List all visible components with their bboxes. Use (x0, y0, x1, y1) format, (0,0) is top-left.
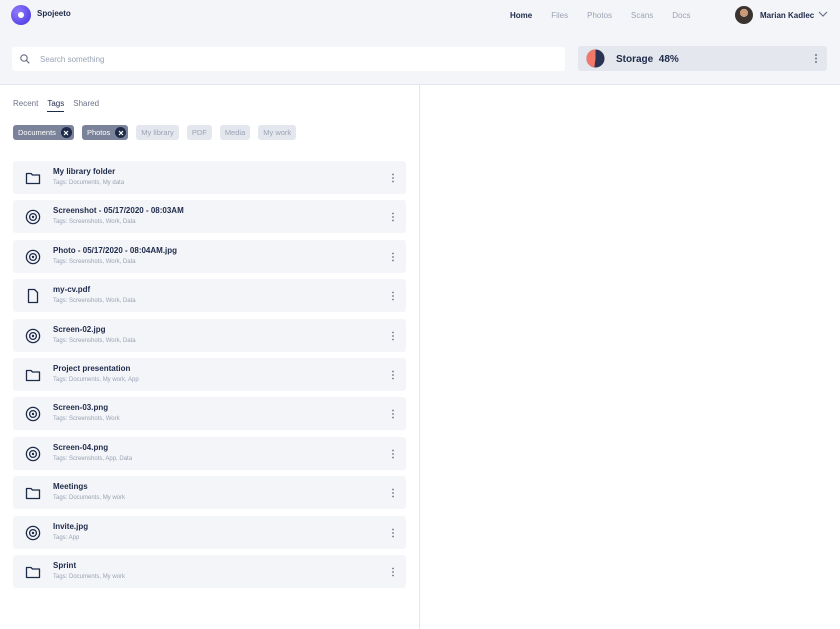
more-vertical-icon[interactable] (391, 291, 395, 301)
more-vertical-icon[interactable] (391, 252, 395, 262)
more-vertical-icon[interactable] (391, 331, 395, 341)
list-item[interactable]: Screenshot - 05/17/2020 - 08:03AM Tags: … (13, 200, 406, 234)
tag-chip-media[interactable]: Media (219, 125, 251, 140)
list-item[interactable]: Screen-03.png Tags: Screenshots, Work (13, 397, 406, 431)
image-icon (25, 446, 41, 461)
storage-label: Storage 48% (616, 54, 679, 65)
more-vertical-icon[interactable] (391, 370, 395, 380)
file-name: My library folder (53, 167, 116, 176)
chevron-down-icon[interactable] (818, 9, 828, 19)
tab-tags[interactable]: Tags (47, 99, 65, 112)
storage-title: Storage (616, 54, 654, 65)
brand-name[interactable]: Spojeeto (37, 9, 71, 18)
list-item[interactable]: Screen-02.jpg Tags: Screenshots, Work, D… (13, 318, 406, 352)
storage-percent: 48% (658, 54, 679, 65)
nav-item-docs[interactable]: Docs (672, 11, 690, 20)
storage-pie-used (586, 49, 596, 68)
file-name: Screen-02.jpg (53, 324, 106, 334)
file-name: Sprint (53, 560, 77, 570)
search-box[interactable] (12, 47, 565, 71)
tag-chip-pdf[interactable]: PDF (186, 125, 212, 140)
image-icon (25, 249, 41, 265)
file-tags: Tags: Screenshots, Work, Data (53, 298, 136, 305)
folder-icon (25, 566, 41, 579)
image-icon (25, 210, 41, 225)
file-tags: Tags: Screenshots, App, Data (53, 455, 133, 462)
document-icon (27, 289, 39, 304)
file-name: my-cv.pdf (53, 285, 91, 295)
more-vertical-icon[interactable] (814, 53, 818, 64)
file-name: Screenshot - 05/17/2020 - 08:03AM (53, 206, 184, 216)
search-input[interactable] (40, 52, 540, 66)
list-item[interactable]: My library folder Tags: Documents, My da… (13, 161, 406, 194)
file-tags: Tags: Screenshots, Work, Data (53, 219, 136, 226)
list-item[interactable]: Invite.jpg Tags: App (13, 515, 406, 549)
storage-widget[interactable]: Storage 48% (578, 46, 827, 71)
file-name: Meetings (53, 482, 88, 492)
close-icon[interactable] (60, 127, 72, 138)
image-icon (25, 525, 41, 540)
storage-pie-chart (586, 49, 605, 68)
list-item[interactable]: Meetings Tags: Documents, My work (13, 476, 406, 510)
file-tags: Tags: Screenshots, Work (53, 416, 120, 423)
avatar[interactable] (735, 6, 753, 24)
main-nav: Home Files Photos Scans Docs (510, 11, 710, 20)
list-item[interactable]: Project presentation Tags: Documents, My… (13, 357, 406, 391)
more-vertical-icon[interactable] (391, 173, 395, 183)
list-item[interactable]: Sprint Tags: Documents, My work (13, 554, 406, 588)
folder-icon (25, 172, 41, 185)
file-list: My library folder Tags: Documents, My da… (13, 161, 406, 594)
file-name: Project presentation (53, 363, 131, 373)
top-bar: Spojeeto Home Files Photos Scans Docs Ma… (0, 0, 840, 85)
file-tags: Tags: Documents, My data (53, 180, 125, 186)
more-vertical-icon[interactable] (391, 488, 395, 498)
panel-divider (419, 85, 420, 629)
nav-item-photos[interactable]: Photos (587, 11, 612, 20)
file-tags: Tags: Screenshots, Work, Data (53, 258, 136, 265)
tag-chip-my-library[interactable]: My library (136, 125, 179, 140)
tab-recent[interactable]: Recent (13, 99, 38, 112)
search-icon (20, 54, 30, 64)
tab-shared[interactable]: Shared (73, 99, 99, 112)
image-icon (25, 328, 41, 343)
tag-filter-bar: Documents Photos My library PDF Media My… (13, 125, 304, 140)
file-name: Photo - 05/17/2020 - 08:04AM.jpg (53, 245, 178, 255)
list-item[interactable]: Screen-04.png Tags: Screenshots, App, Da… (13, 436, 406, 470)
file-name: Screen-03.png (53, 403, 109, 413)
file-tags: Tags: Screenshots, Work, Data (53, 337, 136, 344)
file-name: Screen-04.png (53, 442, 109, 452)
image-icon (25, 407, 41, 422)
file-tags: Tags: Documents, My work, App (53, 376, 139, 383)
nav-item-home[interactable]: Home (510, 11, 532, 20)
list-item[interactable]: Photo - 05/17/2020 - 08:04AM.jpg Tags: S… (13, 239, 406, 273)
file-tags: Tags: App (53, 534, 80, 541)
more-vertical-icon[interactable] (391, 528, 395, 538)
tag-chip-label: Photos (86, 128, 111, 137)
folder-icon (25, 369, 41, 382)
tag-chip-label: Documents (18, 128, 56, 137)
user-name[interactable]: Marian Kadlec (760, 11, 814, 20)
nav-item-scans[interactable]: Scans (631, 11, 653, 20)
view-tabs: Recent Tags Shared (13, 99, 108, 112)
logo-icon[interactable] (11, 5, 31, 25)
file-tags: Tags: Documents, My work (53, 573, 126, 580)
tag-chip-my-work[interactable]: My work (258, 125, 297, 140)
list-item[interactable]: my-cv.pdf Tags: Screenshots, Work, Data (13, 279, 406, 313)
more-vertical-icon[interactable] (391, 212, 395, 222)
tag-chip-documents[interactable]: Documents (13, 125, 74, 140)
folder-icon (25, 487, 41, 500)
tag-chip-photos[interactable]: Photos (81, 125, 129, 140)
close-icon[interactable] (115, 127, 127, 138)
more-vertical-icon[interactable] (391, 567, 395, 577)
more-vertical-icon[interactable] (391, 449, 395, 459)
file-tags: Tags: Documents, My work (53, 495, 126, 502)
file-name: Invite.jpg (53, 521, 89, 531)
nav-item-files[interactable]: Files (551, 11, 568, 20)
more-vertical-icon[interactable] (391, 409, 395, 419)
